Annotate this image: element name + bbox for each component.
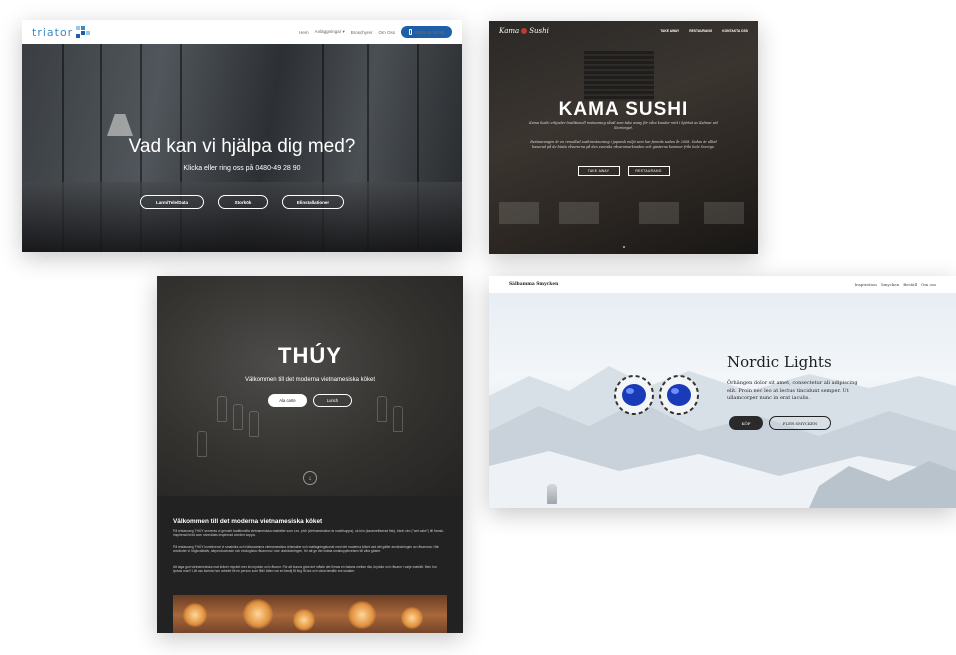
kama-logo-right: Sushi bbox=[529, 27, 549, 35]
floor-lamp bbox=[107, 114, 133, 136]
nav-item-om-oss[interactable]: Om oss bbox=[921, 282, 936, 287]
take-away-button[interactable]: TAKE AWAY bbox=[577, 166, 620, 176]
smycken-logo[interactable]: Sälbamma Smycken bbox=[509, 282, 558, 287]
earring-left-image bbox=[614, 375, 654, 415]
storkok-button[interactable]: Storkök bbox=[218, 195, 268, 209]
restaurant-background bbox=[489, 21, 758, 254]
ala-carte-button[interactable]: Ala carte bbox=[268, 394, 307, 407]
restaurant-lamps-photo bbox=[173, 595, 447, 633]
lunch-button[interactable]: Lunch bbox=[313, 394, 352, 407]
hero-buttons: Larm/Tele/Data Storkök Elinstallationer bbox=[22, 195, 462, 209]
buy-button[interactable]: KÖP bbox=[729, 416, 763, 430]
elinstallationer-button[interactable]: Elinstallationer bbox=[282, 195, 344, 209]
nav-item-inspiration[interactable]: Inspiration bbox=[855, 282, 877, 287]
nav-item-broschyrer[interactable]: Broschyrer bbox=[351, 30, 373, 35]
thuy-paragraph-2: På restaurang THÚY kombinerar vi smakrik… bbox=[173, 545, 439, 554]
kama-navbar: Kama Sushi TAKE AWAY RESTAURANG KONTAKTA … bbox=[489, 21, 758, 41]
thuy-title: THÚY bbox=[278, 343, 342, 368]
triator-logo-icon bbox=[76, 26, 91, 38]
restaurang-button[interactable]: RESTAURANG bbox=[627, 166, 670, 176]
thuy-paragraph-3: Att laga god vietnamesiska mat kräver my… bbox=[173, 565, 437, 574]
sushi-icon bbox=[521, 28, 528, 34]
nav-item-smycken[interactable]: Smycken bbox=[881, 282, 899, 287]
thuy-hero bbox=[157, 276, 463, 496]
more-jewelry-button[interactable]: FLER SMYCKEN bbox=[769, 416, 831, 430]
thuy-paragraph-1: På restaurang THÚY serveras vi genuint t… bbox=[173, 529, 444, 538]
earring-right-image bbox=[659, 375, 699, 415]
nordic-title: Nordic Lights bbox=[727, 353, 832, 371]
nav-item-anlaggningar[interactable]: Anläggningar ▾ bbox=[315, 29, 345, 35]
kama-intro-text: Kama Sushi erbjuder traditionell restaur… bbox=[529, 121, 718, 130]
triator-navbar: triator Hem Anläggningar ▾ Broschyrer Om… bbox=[22, 20, 462, 44]
chevron-down-icon[interactable]: ↓ bbox=[303, 471, 317, 485]
triator-screenshot: triator Hem Anläggningar ▾ Broschyrer Om… bbox=[22, 20, 462, 252]
nav-item-restaurang[interactable]: RESTAURANG bbox=[689, 29, 712, 33]
triator-logo[interactable]: triator bbox=[32, 26, 73, 39]
nordic-lights-screenshot: Sälbamma Smycken Inspiration Smycken Bes… bbox=[489, 276, 956, 508]
kama-menu: TAKE AWAY RESTAURANG KONTAKTA OSS bbox=[660, 29, 748, 33]
kama-title: KAMA SUSHI bbox=[558, 99, 689, 120]
hero-title: Vad kan vi hjälpa dig med? bbox=[128, 136, 356, 157]
triator-menu: Hem Anläggningar ▾ Broschyrer Om Oss 048… bbox=[299, 26, 452, 38]
hero-subtitle: Klicka eller ring oss på 0480-49 28 90 bbox=[183, 165, 301, 172]
nav-item-take-away[interactable]: TAKE AWAY bbox=[660, 29, 679, 33]
triator-hero: Vad kan vi hjälpa dig med? Klicka eller … bbox=[22, 44, 462, 252]
thuy-buttons: Ala carte Lunch bbox=[157, 394, 463, 407]
kama-about-text: Restaurangen är en renodlad sushirestaur… bbox=[530, 140, 717, 149]
kama-sushi-screenshot: Kama Sushi TAKE AWAY RESTAURANG KONTAKTA … bbox=[489, 21, 758, 254]
nav-item-kontakta-oss[interactable]: KONTAKTA OSS bbox=[722, 29, 748, 33]
nav-item-bestall[interactable]: Beställ bbox=[903, 282, 917, 287]
phone-icon bbox=[408, 29, 412, 35]
thuy-section-title: Välkommen till det moderna vietnamesiska… bbox=[173, 518, 323, 525]
nav-item-om-oss[interactable]: Om Oss bbox=[378, 30, 395, 35]
smycken-navbar: Sälbamma Smycken Inspiration Smycken Bes… bbox=[489, 276, 956, 293]
nordic-description: Örhängen dolor sit amet, consectetur ali… bbox=[727, 380, 858, 402]
kama-buttons: TAKE AWAY RESTAURANG bbox=[489, 166, 758, 176]
thuy-screenshot: THÚY Välkommen till det moderna vietname… bbox=[157, 276, 463, 633]
nav-item-hem[interactable]: Hem bbox=[299, 30, 309, 35]
kama-logo-left: Kama bbox=[499, 27, 520, 35]
thuy-subtitle: Välkommen till det moderna vietnamesiska… bbox=[244, 377, 376, 383]
smycken-menu: Inspiration Smycken Beställ Om oss bbox=[855, 282, 936, 287]
mountain-range bbox=[489, 366, 956, 508]
kama-logo[interactable]: Kama Sushi bbox=[499, 27, 549, 35]
hiker-figure bbox=[547, 484, 557, 504]
phone-button[interactable]: 0480-49 28 90 bbox=[400, 26, 452, 38]
slider-dots[interactable] bbox=[489, 246, 758, 248]
phone-button-label: 0480-49 28 90 bbox=[414, 29, 444, 35]
larm-tele-data-button[interactable]: Larm/Tele/Data bbox=[140, 195, 204, 209]
